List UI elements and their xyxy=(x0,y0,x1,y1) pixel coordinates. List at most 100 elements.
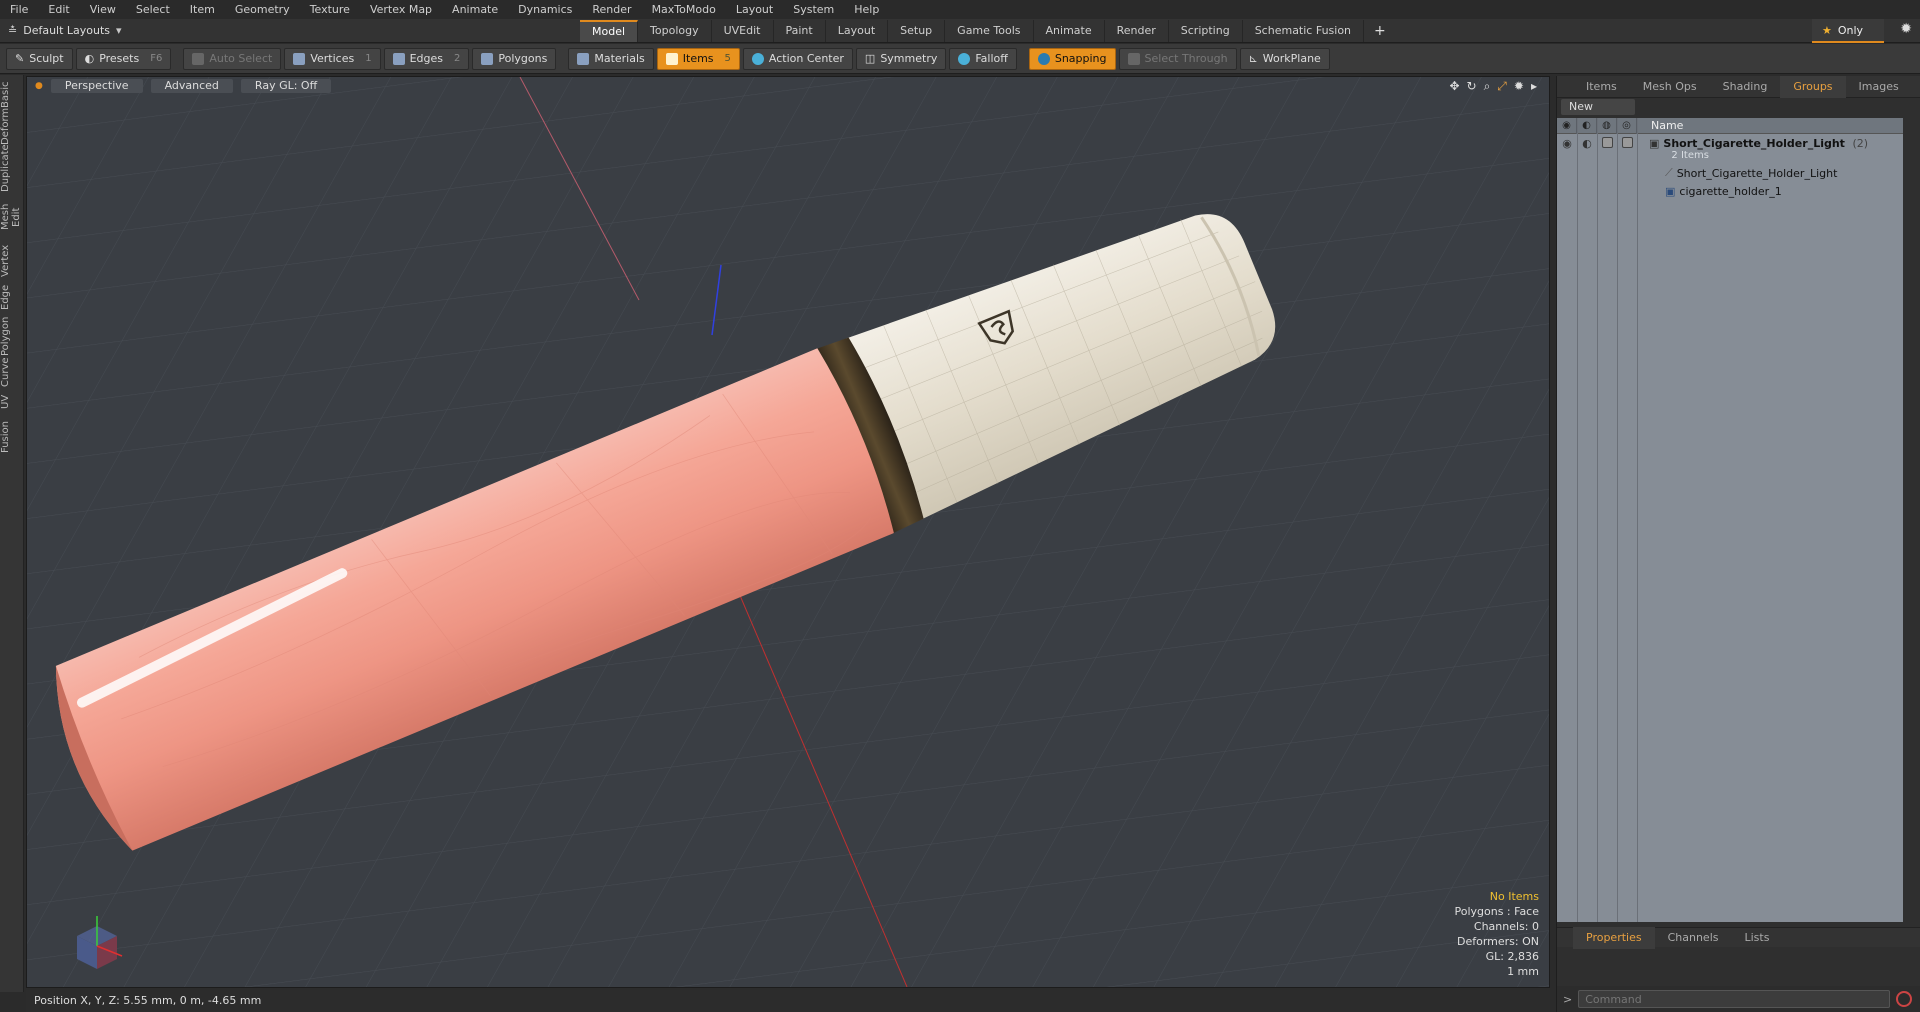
menu-item-texture[interactable]: Texture xyxy=(300,0,360,19)
snapping-button[interactable]: Snapping xyxy=(1028,47,1116,70)
only-label: Only xyxy=(1837,23,1864,37)
presets-button[interactable]: ◐ Presets F6 xyxy=(75,47,172,70)
menu-item-render[interactable]: Render xyxy=(582,0,641,19)
menu-item-geometry[interactable]: Geometry xyxy=(225,0,300,19)
visibility-eye-icon[interactable]: ◉ xyxy=(1557,137,1577,150)
lock-checkbox[interactable] xyxy=(1597,137,1617,151)
select-through-button[interactable]: Select Through xyxy=(1118,47,1237,70)
items-button[interactable]: Items 5 xyxy=(656,47,740,70)
bottom-tab-channels[interactable]: Channels xyxy=(1655,927,1732,949)
tab-scripting[interactable]: Scripting xyxy=(1169,19,1243,42)
edges-icon xyxy=(392,52,405,65)
left-tab-deform[interactable]: Deform xyxy=(0,108,24,145)
locator-icon: ⟋ xyxy=(1665,166,1673,179)
sculpt-label: Sculpt xyxy=(29,52,64,65)
stats-selection: No Items xyxy=(1489,890,1539,903)
right-panel: ItemsMesh OpsShadingGroupsImages New Gro… xyxy=(1556,75,1920,1012)
menu-item-item[interactable]: Item xyxy=(180,0,225,19)
viewport-gear-icon[interactable]: ✹ xyxy=(1514,79,1524,94)
eye-column-icon: ◉ xyxy=(1557,117,1577,134)
falloff-label: Falloff xyxy=(975,52,1008,65)
menu-item-dynamics[interactable]: Dynamics xyxy=(508,0,582,19)
only-toggle[interactable]: ★ Only xyxy=(1812,19,1884,43)
symmetry-label: Symmetry xyxy=(880,52,938,65)
menu-item-select[interactable]: Select xyxy=(126,0,180,19)
shading-button[interactable]: Advanced xyxy=(150,79,233,93)
menu-item-layout[interactable]: Layout xyxy=(726,0,783,19)
left-tab-duplicate[interactable]: Duplicate xyxy=(0,144,24,192)
right-tab-items[interactable]: Items xyxy=(1573,76,1630,98)
menu-item-system[interactable]: System xyxy=(783,0,844,19)
add-tab-icon[interactable]: + xyxy=(1364,23,1396,39)
snapping-icon xyxy=(1037,52,1050,65)
symmetry-button[interactable]: ◫ Symmetry xyxy=(855,47,947,70)
edges-button[interactable]: Edges 2 xyxy=(383,47,470,70)
tab-render[interactable]: Render xyxy=(1105,19,1169,42)
maximize-icon[interactable]: ⤢ xyxy=(1497,79,1507,94)
bottom-tab-properties[interactable]: Properties xyxy=(1573,926,1655,949)
polygons-button[interactable]: Polygons xyxy=(472,47,557,70)
rotate-icon[interactable]: ↻ xyxy=(1467,79,1477,94)
menu-item-file[interactable]: File xyxy=(0,0,38,19)
tab-model[interactable]: Model xyxy=(580,19,639,42)
select-checkbox[interactable] xyxy=(1617,137,1637,151)
menu-item-animate[interactable]: Animate xyxy=(442,0,508,19)
left-tab-polygon[interactable]: Polygon xyxy=(0,315,24,357)
left-tab-uv[interactable]: UV xyxy=(0,389,24,415)
raygl-button[interactable]: Ray GL: Off xyxy=(240,79,332,93)
materials-button[interactable]: Materials xyxy=(568,47,654,70)
render-toggle-icon[interactable]: ◐ xyxy=(1577,137,1597,150)
command-input[interactable] xyxy=(1578,990,1891,1008)
sculpt-button[interactable]: ✎ Sculpt xyxy=(6,47,73,70)
tab-setup[interactable]: Setup xyxy=(888,19,946,42)
group-row[interactable]: ◉ ◐ ▣ Short_Cigarette_Holder_Light (2) 2… xyxy=(1557,134,1903,164)
workplane-button[interactable]: ⊾ WorkPlane xyxy=(1239,47,1330,70)
edges-label: Edges xyxy=(409,52,444,65)
mesh-icon: ▣ xyxy=(1665,184,1676,198)
right-tab-groups[interactable]: Groups xyxy=(1780,75,1846,98)
tab-game-tools[interactable]: Game Tools xyxy=(945,19,1034,42)
pan-icon[interactable]: ✥ xyxy=(1449,79,1459,94)
3d-viewport[interactable]: ● Perspective Advanced Ray GL: Off ✥ ↻ ⌕… xyxy=(26,76,1550,988)
tab-animate[interactable]: Animate xyxy=(1034,19,1105,42)
right-tab-mesh-ops[interactable]: Mesh Ops xyxy=(1630,76,1710,98)
left-tab-mesh-edit[interactable]: Mesh Edit xyxy=(0,193,24,241)
layout-selector[interactable]: ≛ Default Layouts ▾ xyxy=(0,24,580,37)
tab-uvedit[interactable]: UVEdit xyxy=(712,19,774,42)
tree-item-holder[interactable]: ▣ cigarette_holder_1 xyxy=(1557,182,1903,200)
stats-unit: 1 mm xyxy=(1507,965,1539,978)
stats-polygons: Polygons : Face xyxy=(1454,905,1539,918)
gear-icon[interactable]: ✹ xyxy=(1900,21,1912,37)
record-icon[interactable] xyxy=(1896,991,1913,1007)
menu-item-help[interactable]: Help xyxy=(844,0,889,19)
left-tab-edge[interactable]: Edge xyxy=(0,281,24,313)
auto-select-button[interactable]: Auto Select xyxy=(183,47,282,70)
tab-schematic-fusion[interactable]: Schematic Fusion xyxy=(1243,19,1365,42)
action-center-button[interactable]: Action Center xyxy=(742,47,853,70)
tab-topology[interactable]: Topology xyxy=(638,19,712,42)
left-tab-curve[interactable]: Curve xyxy=(0,357,24,387)
tab-layout[interactable]: Layout xyxy=(826,19,889,42)
new-group-button[interactable]: New Group xyxy=(1561,99,1635,129)
vertices-button[interactable]: Vertices 1 xyxy=(284,47,381,70)
viewport-menu-dot-icon[interactable]: ● xyxy=(35,81,43,91)
tab-paint[interactable]: Paint xyxy=(774,19,826,42)
right-tab-shading[interactable]: Shading xyxy=(1710,76,1781,98)
right-panel-tabs: Items Mesh Ops Shading Groups Images xyxy=(1557,75,1920,98)
left-tab-basic[interactable]: Basic xyxy=(0,81,24,109)
viewport-arrow-icon[interactable]: ▸ xyxy=(1531,79,1537,94)
left-tab-vertex[interactable]: Vertex xyxy=(0,243,24,279)
menu-item-edit[interactable]: Edit xyxy=(38,0,79,19)
workplane-label: WorkPlane xyxy=(1262,52,1321,65)
falloff-button[interactable]: Falloff xyxy=(949,47,1017,70)
menu-item-maxtomodo[interactable]: MaxToModo xyxy=(642,0,726,19)
menu-item-view[interactable]: View xyxy=(80,0,126,19)
select-column-icon: ◎ xyxy=(1617,117,1637,134)
bottom-tab-lists[interactable]: Lists xyxy=(1732,927,1783,949)
tree-item-mesh[interactable]: ⟋ Short_Cigarette_Holder_Light xyxy=(1557,164,1903,182)
zoom-icon[interactable]: ⌕ xyxy=(1484,79,1491,94)
menu-item-vertex-map[interactable]: Vertex Map xyxy=(360,0,442,19)
right-tab-images[interactable]: Images xyxy=(1846,76,1912,98)
left-tab-fusion[interactable]: Fusion xyxy=(0,417,24,457)
view-mode-button[interactable]: Perspective xyxy=(50,79,143,93)
